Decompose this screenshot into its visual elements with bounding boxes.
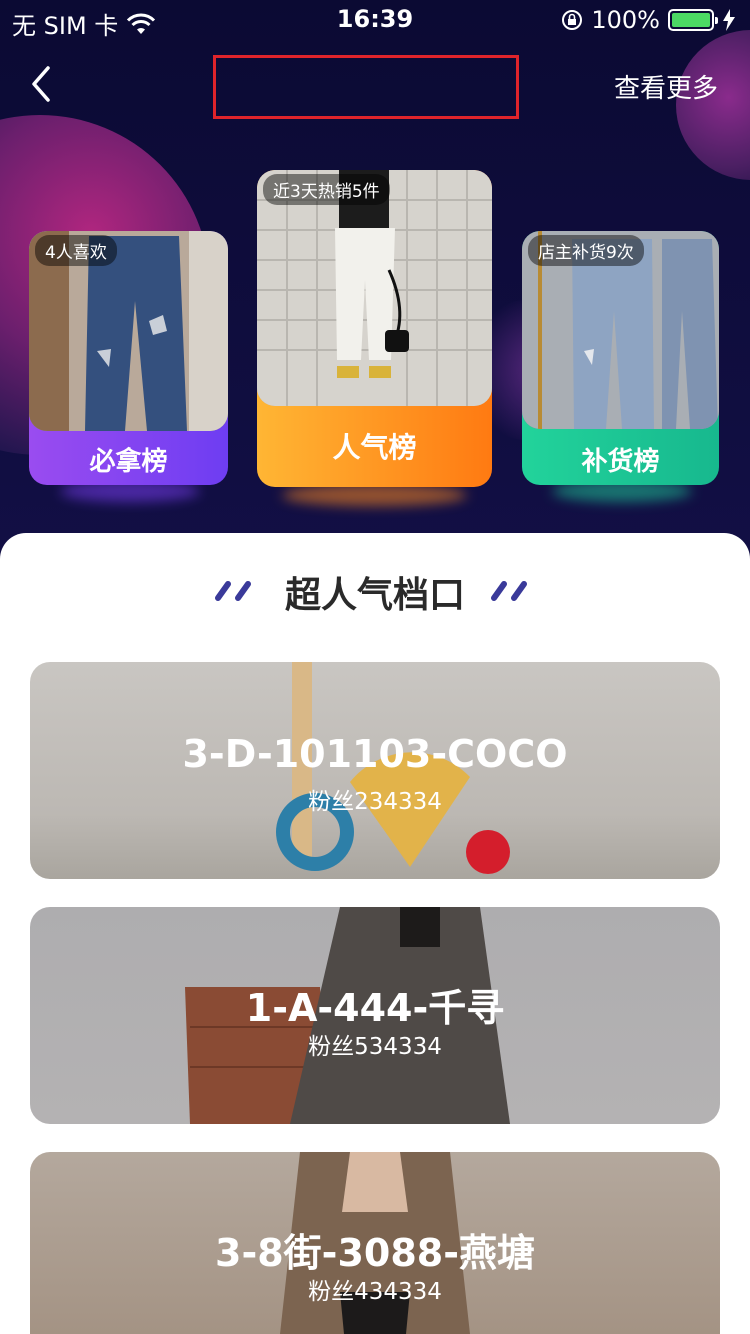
ranking-card-must-have[interactable]: 4人喜欢 必拿榜 [29, 231, 228, 485]
section-title: 超人气档口 [284, 575, 465, 616]
shop-card[interactable]: 1-A-444-千寻 粉丝534334 [30, 907, 720, 1124]
jeans-photo: 4人喜欢 [29, 231, 228, 431]
decor-orb-right [676, 30, 750, 180]
ranking-label: 补货榜 [581, 447, 660, 477]
battery-icon [668, 9, 718, 31]
ranking-card-popular[interactable]: 近3天热销5件 人气榜 [257, 170, 492, 487]
back-arrow-icon[interactable] [26, 62, 60, 106]
shop-fans: 粉丝234334 [308, 789, 442, 815]
ranking-card-restock[interactable]: 店主补货9次 补货榜 [522, 231, 719, 485]
outfit-photo: 近3天热销5件 [257, 170, 492, 406]
ranking-badge: 店主补货9次 [528, 235, 644, 266]
ranking-label: 必拿榜 [89, 447, 168, 477]
shop-name: 3-8街-3088-燕塘 [215, 1231, 535, 1275]
shop-card[interactable]: 3-D-101103-COCO 粉丝234334 [30, 662, 720, 879]
outfit-illustration [257, 170, 492, 406]
view-more-link[interactable]: 查看更多 [614, 68, 718, 105]
shop-card[interactable]: 3-8街-3088-燕塘 粉丝434334 [30, 1152, 720, 1334]
card-glow-middle [282, 484, 467, 506]
shop-name: 1-A-444-千寻 [245, 986, 505, 1030]
charging-bolt-icon [723, 9, 735, 31]
shop-name: 3-D-101103-COCO [182, 732, 568, 776]
jeans-photo: 店主补货9次 [522, 231, 719, 429]
status-bar: 无 SIM 卡 16:39 100% [0, 0, 750, 40]
status-right: 100% [561, 6, 736, 34]
nav-title-placeholder [213, 55, 519, 119]
shop-fans: 粉丝534334 [308, 1034, 442, 1060]
slash-decoration-icon [491, 581, 527, 601]
rotation-lock-icon [562, 10, 583, 30]
shop-fans: 粉丝434334 [308, 1279, 442, 1305]
ranking-badge: 近3天热销5件 [263, 174, 390, 205]
ranking-badge: 4人喜欢 [35, 235, 117, 266]
battery-percent: 100% [591, 6, 660, 34]
ranking-label: 人气榜 [332, 431, 417, 464]
